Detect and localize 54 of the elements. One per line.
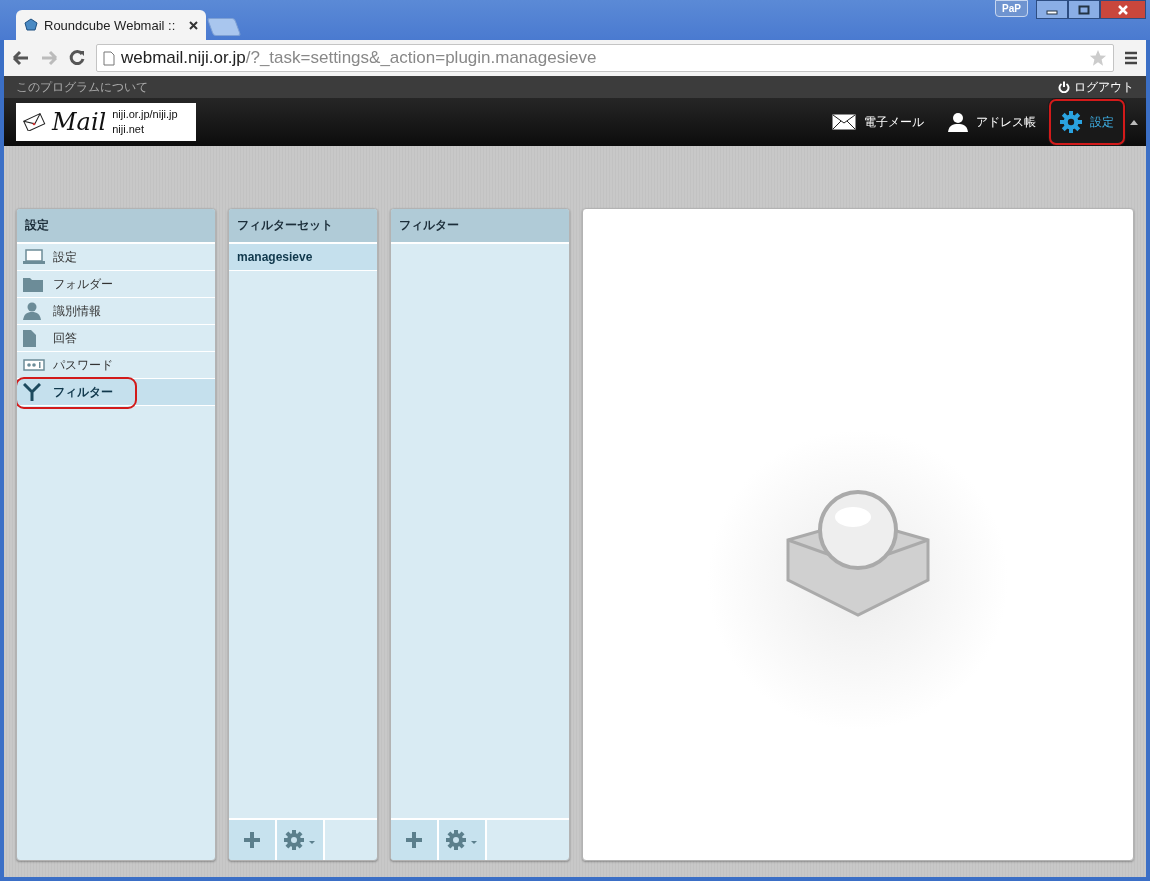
envelope-icon <box>832 114 856 130</box>
close-icon[interactable] <box>189 20 198 30</box>
panel-header: フィルター <box>391 209 569 244</box>
nav-item[interactable]: アドレス帳 <box>936 98 1048 146</box>
collapse-caret-icon[interactable] <box>1130 119 1138 125</box>
about-link[interactable]: このプログラムについて <box>16 78 148 96</box>
document-icon <box>23 329 36 347</box>
cube-icon <box>24 18 38 32</box>
person-icon <box>948 112 968 132</box>
page-icon <box>103 50 115 66</box>
add-button[interactable] <box>391 820 439 860</box>
folder-icon <box>23 276 43 292</box>
browser-tab[interactable]: Roundcube Webmail :: <box>16 10 206 40</box>
logo-domain: niji.net <box>112 122 146 137</box>
panel-header: 設定 <box>17 209 215 244</box>
password-field-icon <box>23 359 45 371</box>
envelope-icon <box>22 113 46 131</box>
settings-item[interactable]: 識別情報 <box>17 298 215 325</box>
person-icon <box>23 302 41 320</box>
gear-icon <box>1060 111 1082 133</box>
address-bar[interactable]: webmail.niji.or.jp/?_task=settings&_action=plugin.managesieve <box>96 44 1114 72</box>
actions-menu-button[interactable] <box>277 820 325 860</box>
nav-item[interactable]: 電子メール <box>820 98 936 146</box>
maximize-icon <box>1078 4 1090 15</box>
plus-icon <box>405 831 423 849</box>
url-text: webmail.niji.or.jp/?_task=settings&_action=plugin.managesieve <box>121 48 598 68</box>
logo-domain: niji.or.jp/niji.jp <box>112 107 178 122</box>
nav-item[interactable]: 設定 <box>1048 98 1126 146</box>
logout-link[interactable]: ログアウト <box>1058 78 1134 96</box>
close-icon <box>1117 4 1129 15</box>
settings-item[interactable]: フィルター <box>17 379 215 406</box>
filter-set-item[interactable]: managesieve <box>229 244 377 271</box>
plus-icon <box>243 831 261 849</box>
funnel-fork-icon <box>23 383 41 401</box>
settings-item[interactable]: 設定 <box>17 244 215 271</box>
minimize-button[interactable] <box>1036 0 1068 19</box>
gear-caret-icon <box>445 829 479 851</box>
laptop-icon <box>23 249 45 265</box>
back-arrow-icon[interactable] <box>12 50 30 66</box>
power-icon <box>1058 81 1070 93</box>
settings-item[interactable]: フォルダー <box>17 271 215 298</box>
logo-wordmark: Mail <box>52 108 107 136</box>
reload-icon[interactable] <box>68 49 86 67</box>
settings-item[interactable]: 回答 <box>17 325 215 352</box>
gear-caret-icon <box>283 829 317 851</box>
star-icon[interactable] <box>1089 49 1107 67</box>
menu-icon[interactable] <box>1124 51 1138 65</box>
actions-menu-button[interactable] <box>439 820 487 860</box>
close-button[interactable] <box>1100 0 1146 19</box>
tab-title: Roundcube Webmail :: <box>44 17 177 33</box>
panel-header: フィルターセット <box>229 209 377 244</box>
maximize-button[interactable] <box>1068 0 1100 19</box>
add-button[interactable] <box>229 820 277 860</box>
new-tab-button[interactable] <box>206 18 242 36</box>
